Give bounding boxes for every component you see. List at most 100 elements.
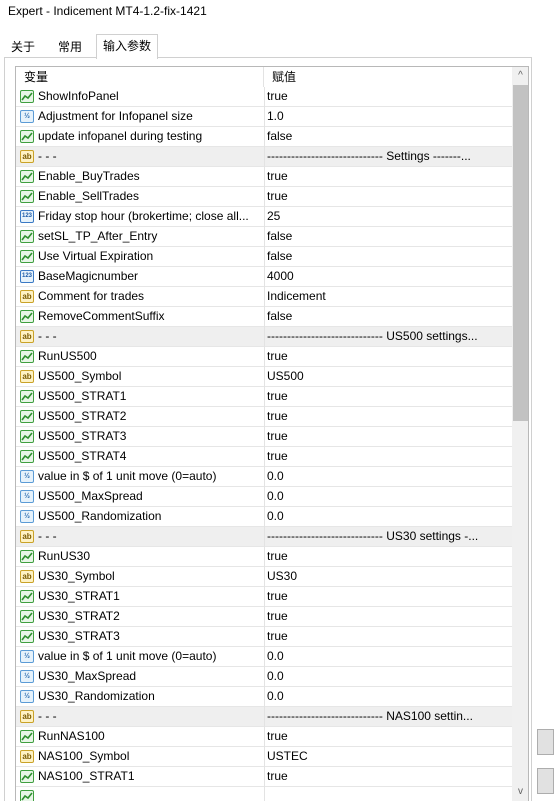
table-row[interactable] bbox=[16, 787, 512, 801]
table-row[interactable]: update infopanel during testing false bbox=[16, 127, 512, 147]
table-row[interactable]: US30_STRAT1 true bbox=[16, 587, 512, 607]
table-row[interactable]: US30_STRAT3 true bbox=[16, 627, 512, 647]
parameter-value[interactable]: true bbox=[267, 87, 509, 106]
table-row[interactable]: setSL_TP_After_Entry false bbox=[16, 227, 512, 247]
table-row[interactable]: 123 Friday stop hour (brokertime; close a… bbox=[16, 207, 512, 227]
parameter-name: Use Virtual Expiration bbox=[38, 249, 154, 263]
table-row[interactable]: ab - - - ----------------------------- US3… bbox=[16, 527, 512, 547]
column-divider bbox=[264, 407, 265, 427]
parameter-value[interactable]: true bbox=[267, 387, 509, 406]
parameter-value[interactable]: true bbox=[267, 727, 509, 746]
string-icon: ab bbox=[20, 330, 34, 343]
parameter-value[interactable]: ----------------------------- US500 sett… bbox=[267, 327, 509, 346]
table-row[interactable]: ab Comment for trades Indicement bbox=[16, 287, 512, 307]
table-row[interactable]: Enable_BuyTrades true bbox=[16, 167, 512, 187]
boolean-icon bbox=[20, 630, 34, 643]
table-row[interactable]: NAS100_STRAT1 true bbox=[16, 767, 512, 787]
tab-about[interactable]: 关于 bbox=[8, 36, 38, 58]
parameter-value[interactable]: 1.0 bbox=[267, 107, 509, 126]
parameter-value[interactable]: 0.0 bbox=[267, 667, 509, 686]
parameter-value[interactable]: false bbox=[267, 247, 509, 266]
double-icon: ½ bbox=[20, 650, 34, 663]
side-button-upper[interactable] bbox=[537, 729, 554, 755]
table-row[interactable]: US500_STRAT3 true bbox=[16, 427, 512, 447]
boolean-icon bbox=[20, 450, 34, 463]
parameter-value[interactable]: 0.0 bbox=[267, 467, 509, 486]
parameter-value[interactable]: ----------------------------- NAS100 set… bbox=[267, 707, 509, 726]
table-row[interactable]: ab US30_Symbol US30 bbox=[16, 567, 512, 587]
column-divider bbox=[264, 567, 265, 587]
parameter-value[interactable]: US500 bbox=[267, 367, 509, 386]
table-row[interactable]: Enable_SellTrades true bbox=[16, 187, 512, 207]
tab-inputs[interactable]: 输入参数 bbox=[96, 34, 158, 59]
parameter-value[interactable]: ----------------------------- US30 setti… bbox=[267, 527, 509, 546]
column-divider bbox=[264, 227, 265, 247]
parameter-value[interactable]: US30 bbox=[267, 567, 509, 586]
parameter-value[interactable]: false bbox=[267, 227, 509, 246]
parameter-value[interactable]: true bbox=[267, 607, 509, 626]
parameter-value[interactable]: 25 bbox=[267, 207, 509, 226]
table-row[interactable]: ½ US30_Randomization 0.0 bbox=[16, 687, 512, 707]
table-row[interactable]: ½ US30_MaxSpread 0.0 bbox=[16, 667, 512, 687]
scroll-down-icon[interactable]: v bbox=[512, 783, 528, 800]
parameter-value[interactable]: false bbox=[267, 127, 509, 146]
parameter-value[interactable]: true bbox=[267, 767, 509, 786]
table-row[interactable]: ab - - - ----------------------------- US5… bbox=[16, 327, 512, 347]
table-row[interactable]: ShowInfoPanel true bbox=[16, 87, 512, 107]
parameter-value[interactable]: 0.0 bbox=[267, 487, 509, 506]
table-row[interactable]: US30_STRAT2 true bbox=[16, 607, 512, 627]
parameter-name: RemoveCommentSuffix bbox=[38, 309, 165, 323]
parameter-value[interactable]: ----------------------------- Settings -… bbox=[267, 147, 509, 166]
parameter-value[interactable]: true bbox=[267, 427, 509, 446]
table-row[interactable]: ½ US500_MaxSpread 0.0 bbox=[16, 487, 512, 507]
parameter-value[interactable]: true bbox=[267, 167, 509, 186]
parameter-value[interactable]: 4000 bbox=[267, 267, 509, 286]
table-row[interactable]: US500_STRAT4 true bbox=[16, 447, 512, 467]
string-icon: ab bbox=[20, 290, 34, 303]
column-header-variable[interactable]: 变量 bbox=[16, 67, 264, 87]
table-row[interactable]: ½ Adjustment for Infopanel size 1.0 bbox=[16, 107, 512, 127]
table-row[interactable]: RunUS500 true bbox=[16, 347, 512, 367]
parameter-value[interactable]: USTEC bbox=[267, 747, 509, 766]
parameter-value[interactable]: Indicement bbox=[267, 287, 509, 306]
parameter-value[interactable]: true bbox=[267, 547, 509, 566]
table-row[interactable]: Use Virtual Expiration false bbox=[16, 247, 512, 267]
column-header-value[interactable]: 赋值 bbox=[264, 67, 512, 87]
parameter-name: - - - bbox=[38, 709, 57, 723]
parameter-name: update infopanel during testing bbox=[38, 129, 203, 143]
vertical-scrollbar[interactable]: ^ v bbox=[512, 67, 528, 801]
parameter-value[interactable]: false bbox=[267, 307, 509, 326]
table-row[interactable]: ab - - - ----------------------------- NAS… bbox=[16, 707, 512, 727]
parameter-name: Enable_BuyTrades bbox=[38, 169, 140, 183]
string-icon: ab bbox=[20, 570, 34, 583]
side-button-lower[interactable] bbox=[537, 768, 554, 794]
parameter-value[interactable]: true bbox=[267, 587, 509, 606]
scroll-up-icon[interactable]: ^ bbox=[512, 67, 528, 84]
table-row[interactable]: ½ value in $ of 1 unit move (0=auto) 0.0 bbox=[16, 467, 512, 487]
tab-common[interactable]: 常用 bbox=[52, 36, 88, 58]
table-row[interactable]: RunNAS100 true bbox=[16, 727, 512, 747]
table-row[interactable]: US500_STRAT1 true bbox=[16, 387, 512, 407]
parameter-value[interactable]: true bbox=[267, 347, 509, 366]
table-row[interactable]: ½ value in $ of 1 unit move (0=auto) 0.0 bbox=[16, 647, 512, 667]
table-row[interactable]: US500_STRAT2 true bbox=[16, 407, 512, 427]
parameter-value[interactable]: true bbox=[267, 447, 509, 466]
parameter-value[interactable]: 0.0 bbox=[267, 507, 509, 526]
table-row[interactable]: RunUS30 true bbox=[16, 547, 512, 567]
table-row[interactable]: ab NAS100_Symbol USTEC bbox=[16, 747, 512, 767]
parameter-value[interactable]: true bbox=[267, 187, 509, 206]
column-divider bbox=[264, 287, 265, 307]
table-row[interactable]: ab US500_Symbol US500 bbox=[16, 367, 512, 387]
parameter-value[interactable]: 0.0 bbox=[267, 647, 509, 666]
table-row[interactable]: ab - - - ----------------------------- Set… bbox=[16, 147, 512, 167]
parameter-value[interactable] bbox=[267, 787, 509, 801]
parameter-name: Comment for trades bbox=[38, 289, 145, 303]
table-row[interactable]: RemoveCommentSuffix false bbox=[16, 307, 512, 327]
table-row[interactable]: 123 BaseMagicnumber 4000 bbox=[16, 267, 512, 287]
parameter-value[interactable]: true bbox=[267, 627, 509, 646]
boolean-icon bbox=[20, 790, 34, 801]
scroll-thumb[interactable] bbox=[513, 85, 528, 421]
parameter-value[interactable]: true bbox=[267, 407, 509, 426]
table-row[interactable]: ½ US500_Randomization 0.0 bbox=[16, 507, 512, 527]
parameter-value[interactable]: 0.0 bbox=[267, 687, 509, 706]
